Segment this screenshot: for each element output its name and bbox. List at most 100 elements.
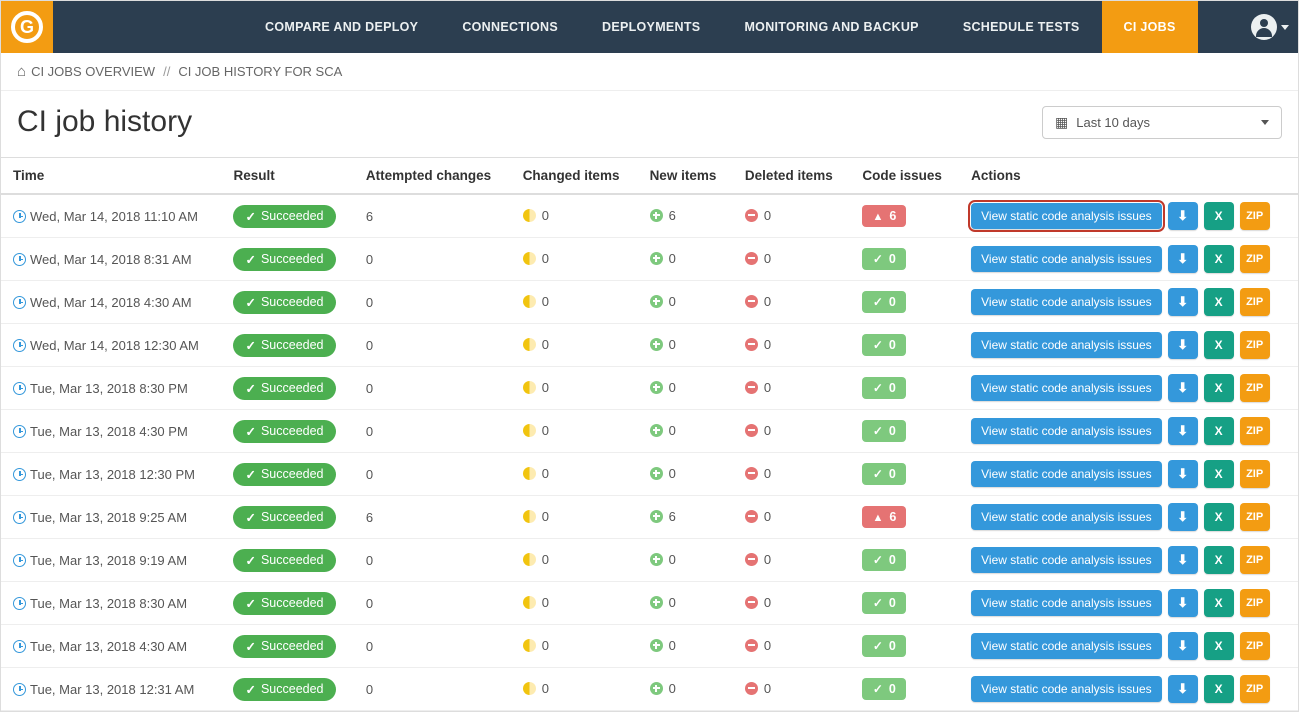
nav-item-connections[interactable]: CONNECTIONS <box>440 1 580 53</box>
check-icon <box>873 252 883 266</box>
export-pdf-button[interactable] <box>1168 331 1198 359</box>
export-pdf-button[interactable] <box>1168 503 1198 531</box>
result-badge: Succeeded <box>233 592 335 615</box>
view-issues-button[interactable]: View static code analysis issues <box>971 375 1162 401</box>
export-excel-button[interactable] <box>1204 417 1234 445</box>
pdf-icon <box>1177 509 1188 525</box>
code-issues-badge: 0 <box>862 592 906 614</box>
export-pdf-button[interactable] <box>1168 546 1198 574</box>
nav-item-compare-and-deploy[interactable]: COMPARE AND DEPLOY <box>243 1 440 53</box>
deleted-value: 0 <box>764 466 771 481</box>
new-value: 0 <box>669 638 676 653</box>
export-pdf-button[interactable] <box>1168 632 1198 660</box>
view-issues-button[interactable]: View static code analysis issues <box>971 418 1162 444</box>
excel-icon <box>1215 553 1223 567</box>
export-excel-button[interactable] <box>1204 331 1234 359</box>
deleted-value: 0 <box>764 208 771 223</box>
issues-value: 0 <box>889 682 896 696</box>
export-pdf-button[interactable] <box>1168 374 1198 402</box>
column-header: Code issues <box>850 158 959 195</box>
export-zip-button[interactable]: ZIP <box>1240 546 1270 574</box>
export-pdf-button[interactable] <box>1168 417 1198 445</box>
export-excel-button[interactable] <box>1204 288 1234 316</box>
view-issues-button[interactable]: View static code analysis issues <box>971 633 1162 659</box>
time-value: Wed, Mar 14, 2018 11:10 AM <box>30 209 198 224</box>
view-issues-button[interactable]: View static code analysis issues <box>971 246 1162 272</box>
issues-value: 0 <box>889 639 896 653</box>
breadcrumb-root-link[interactable]: CI JOBS OVERVIEW <box>17 63 155 80</box>
export-zip-button[interactable]: ZIP <box>1240 417 1270 445</box>
export-pdf-button[interactable] <box>1168 288 1198 316</box>
pdf-icon <box>1177 595 1188 611</box>
home-icon <box>17 63 26 80</box>
export-zip-button[interactable]: ZIP <box>1240 460 1270 488</box>
changed-value: 0 <box>542 509 549 524</box>
nav-item-deployments[interactable]: DEPLOYMENTS <box>580 1 722 53</box>
export-zip-button[interactable]: ZIP <box>1240 331 1270 359</box>
view-issues-button[interactable]: View static code analysis issues <box>971 289 1162 315</box>
export-zip-button[interactable]: ZIP <box>1240 288 1270 316</box>
export-pdf-button[interactable] <box>1168 589 1198 617</box>
nav-item-schedule-tests[interactable]: SCHEDULE TESTS <box>941 1 1102 53</box>
new-value: 0 <box>669 466 676 481</box>
view-issues-button[interactable]: View static code analysis issues <box>971 676 1162 702</box>
attempted-value: 0 <box>354 367 511 410</box>
changed-value: 0 <box>542 380 549 395</box>
export-excel-button[interactable] <box>1204 503 1234 531</box>
changed-icon <box>523 682 536 695</box>
issues-value: 0 <box>889 338 896 352</box>
view-issues-button[interactable]: View static code analysis issues <box>971 504 1162 530</box>
export-pdf-button[interactable] <box>1168 675 1198 703</box>
export-excel-button[interactable] <box>1204 245 1234 273</box>
app-logo[interactable]: G <box>1 1 53 53</box>
export-excel-button[interactable] <box>1204 675 1234 703</box>
export-excel-button[interactable] <box>1204 589 1234 617</box>
export-pdf-button[interactable] <box>1168 460 1198 488</box>
nav-item-ci-jobs[interactable]: CI JOBS <box>1102 1 1198 53</box>
attempted-value: 6 <box>354 496 511 539</box>
export-zip-button[interactable]: ZIP <box>1240 632 1270 660</box>
clock-icon <box>13 554 26 567</box>
pdf-icon <box>1177 638 1188 654</box>
export-zip-button[interactable]: ZIP <box>1240 202 1270 230</box>
view-issues-button[interactable]: View static code analysis issues <box>971 203 1162 229</box>
deleted-value: 0 <box>764 337 771 352</box>
date-range-dropdown[interactable]: Last 10 days <box>1042 106 1282 139</box>
result-label: Succeeded <box>261 424 324 438</box>
plus-icon <box>650 596 663 609</box>
changed-value: 0 <box>542 251 549 266</box>
export-excel-button[interactable] <box>1204 460 1234 488</box>
view-issues-button[interactable]: View static code analysis issues <box>971 590 1162 616</box>
export-excel-button[interactable] <box>1204 546 1234 574</box>
export-zip-button[interactable]: ZIP <box>1240 374 1270 402</box>
changed-icon <box>523 381 536 394</box>
view-issues-button[interactable]: View static code analysis issues <box>971 547 1162 573</box>
export-zip-button[interactable]: ZIP <box>1240 675 1270 703</box>
export-pdf-button[interactable] <box>1168 245 1198 273</box>
issues-value: 0 <box>889 467 896 481</box>
minus-icon <box>745 381 758 394</box>
export-pdf-button[interactable] <box>1168 202 1198 230</box>
export-zip-button[interactable]: ZIP <box>1240 503 1270 531</box>
pdf-icon <box>1177 466 1188 482</box>
export-excel-button[interactable] <box>1204 632 1234 660</box>
new-value: 0 <box>669 552 676 567</box>
view-issues-button[interactable]: View static code analysis issues <box>971 332 1162 358</box>
plus-icon <box>650 424 663 437</box>
export-zip-button[interactable]: ZIP <box>1240 589 1270 617</box>
clock-icon <box>13 425 26 438</box>
changed-value: 0 <box>542 466 549 481</box>
export-zip-button[interactable]: ZIP <box>1240 245 1270 273</box>
export-excel-button[interactable] <box>1204 374 1234 402</box>
clock-icon <box>13 683 26 696</box>
nav-item-monitoring-and-backup[interactable]: MONITORING AND BACKUP <box>722 1 940 53</box>
attempted-value: 0 <box>354 539 511 582</box>
export-excel-button[interactable] <box>1204 202 1234 230</box>
result-label: Succeeded <box>261 252 324 266</box>
user-menu[interactable] <box>1242 1 1298 53</box>
plus-icon <box>650 381 663 394</box>
result-label: Succeeded <box>261 209 324 223</box>
time-value: Wed, Mar 14, 2018 8:31 AM <box>30 252 192 267</box>
time-value: Tue, Mar 13, 2018 9:19 AM <box>30 553 187 568</box>
view-issues-button[interactable]: View static code analysis issues <box>971 461 1162 487</box>
